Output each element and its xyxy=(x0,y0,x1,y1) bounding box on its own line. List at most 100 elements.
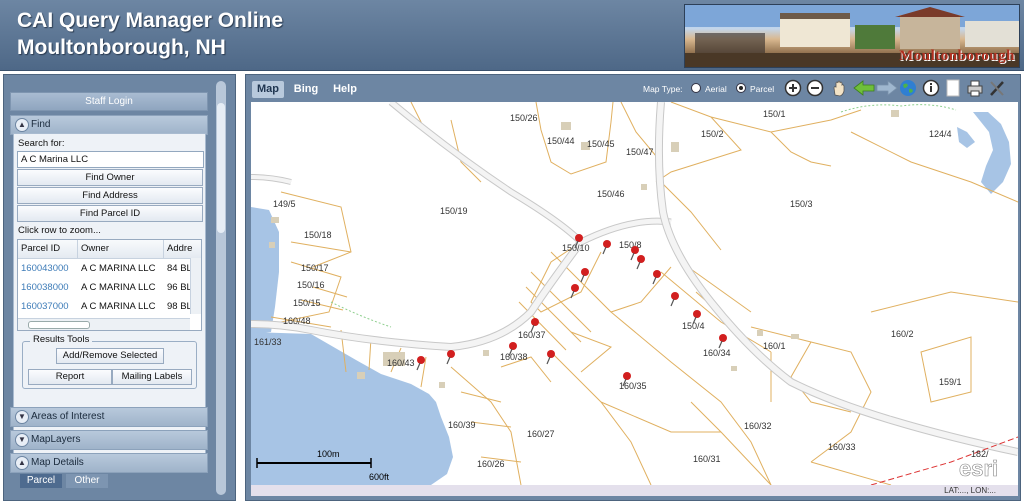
app-title: CAI Query Manager Online xyxy=(17,9,284,32)
parcel-label: 160/34 xyxy=(703,348,731,358)
tab-parcel[interactable]: Parcel xyxy=(20,474,62,488)
pond-water xyxy=(957,127,975,148)
map-pin-icon[interactable] xyxy=(570,284,579,299)
map-canvas[interactable]: 150/26 150/1 150/2 124/4 150/44 150/45 1… xyxy=(251,102,1018,485)
parcel-label: 124/4 xyxy=(929,129,952,139)
expand-icon: ▼ xyxy=(15,433,29,447)
aerial-label: Aerial xyxy=(705,84,727,94)
column-header-owner[interactable]: Owner xyxy=(78,240,164,259)
left-panel-scrollbar[interactable] xyxy=(216,81,226,495)
find-address-button[interactable]: Find Address xyxy=(17,187,203,204)
map-pin-icon[interactable] xyxy=(636,255,645,270)
parcel-label: 150/47 xyxy=(626,147,654,157)
parcel-label: 160/27 xyxy=(527,429,555,439)
map-pin-icon[interactable] xyxy=(446,350,455,365)
parcel-label: 150/10 xyxy=(562,243,590,253)
parcel-label: 150/2 xyxy=(701,129,724,139)
map-status-bar: LAT:..., LON:... xyxy=(251,485,1018,496)
column-header-address[interactable]: Addre xyxy=(164,240,201,259)
click-row-hint: Click row to zoom... xyxy=(18,225,101,236)
add-remove-selected-button[interactable]: Add/Remove Selected xyxy=(56,348,164,364)
table-row-address[interactable]: 98 BL xyxy=(164,297,191,316)
scrollbar-thumb[interactable] xyxy=(28,321,90,329)
town-banner-image: Moultonborough xyxy=(684,4,1020,68)
tab-other[interactable]: Other xyxy=(66,474,108,488)
collapse-icon: ▲ xyxy=(15,118,29,132)
parcel-label: 150/19 xyxy=(440,206,468,216)
areas-of-interest-header[interactable]: ▼ Areas of Interest xyxy=(10,407,208,427)
grid-vertical-scrollbar[interactable] xyxy=(190,258,201,314)
table-row-owner[interactable]: A C MARINA LLC xyxy=(78,278,163,297)
parcel-label: 160/39 xyxy=(448,420,476,430)
table-row-owner[interactable]: A C MARINA LLC xyxy=(78,259,163,278)
lake-water xyxy=(251,207,279,334)
grid-horizontal-scrollbar[interactable] xyxy=(18,318,190,330)
search-input[interactable]: A C Marina LLC xyxy=(17,151,204,168)
parcel-label: 160/38 xyxy=(500,352,528,362)
map-pin-icon[interactable] xyxy=(580,268,589,283)
town-name: Moultonborough, NH xyxy=(17,36,226,59)
parcel-label: 160/32 xyxy=(744,421,772,431)
parcel-label: 160/33 xyxy=(828,442,856,452)
table-row-parcel-id[interactable]: 160038000 xyxy=(18,278,77,297)
table-row-address[interactable]: 84 BL xyxy=(164,259,191,278)
find-owner-button[interactable]: Find Owner xyxy=(17,169,203,186)
scrollbar-thumb[interactable] xyxy=(217,103,225,233)
mailing-labels-button[interactable]: Mailing Labels xyxy=(112,369,192,385)
globe-icon[interactable] xyxy=(899,79,917,97)
blank-page-icon[interactable] xyxy=(944,79,962,97)
search-label: Search for: xyxy=(18,138,65,149)
zoom-in-icon[interactable] xyxy=(784,79,802,97)
map-pin-icon[interactable] xyxy=(602,240,611,255)
table-row-address[interactable]: 96 BL xyxy=(164,278,191,297)
parcel-label: 150/45 xyxy=(587,139,615,149)
parcel-label: 150/1 xyxy=(763,109,786,119)
column-header-parcel-id[interactable]: Parcel ID xyxy=(18,240,78,259)
aerial-radio[interactable] xyxy=(691,83,701,93)
table-row-owner[interactable]: A C MARINA LLC xyxy=(78,297,163,316)
map-pin-icon[interactable] xyxy=(546,350,555,365)
map-details-title: Map Details xyxy=(31,457,84,468)
map-pin-icon[interactable] xyxy=(670,292,679,307)
parcel-label: 150/44 xyxy=(547,136,575,146)
find-parcel-id-button[interactable]: Find Parcel ID xyxy=(17,205,203,222)
find-section-header[interactable]: ▲ Find xyxy=(10,115,208,135)
parcel-label: 149/5 xyxy=(273,199,296,209)
info-icon[interactable] xyxy=(922,79,940,97)
parcel-label: 150/26 xyxy=(510,113,538,123)
parcel-radio[interactable] xyxy=(736,83,746,93)
tab-bing[interactable]: Bing xyxy=(289,81,323,98)
parcel-label: 160/31 xyxy=(693,454,721,464)
parcel-label: 150/3 xyxy=(790,199,813,209)
parcel-map[interactable]: 150/26 150/1 150/2 124/4 150/44 150/45 1… xyxy=(251,102,1018,485)
expand-icon: ▼ xyxy=(15,410,29,424)
parcel-label: 160/26 xyxy=(477,459,505,469)
parcel-label: 160/1 xyxy=(763,341,786,351)
zoom-out-icon[interactable] xyxy=(806,79,824,97)
tab-help[interactable]: Help xyxy=(329,81,361,98)
parcel-label: 150/46 xyxy=(597,189,625,199)
tools-icon[interactable] xyxy=(988,79,1006,97)
map-details-header[interactable]: ▲ Map Details xyxy=(10,453,208,473)
report-button[interactable]: Report xyxy=(28,369,112,385)
parcel-label: 150/17 xyxy=(301,263,329,273)
parcel-label: 161/33 xyxy=(254,337,282,347)
scale-meters: 100m xyxy=(317,449,340,459)
results-grid: Parcel ID Owner Addre 160043000 A C MARI… xyxy=(17,239,202,331)
parcel-label: 150/15 xyxy=(293,298,321,308)
map-pin-icon[interactable] xyxy=(652,270,661,285)
table-row-parcel-id[interactable]: 160037000 xyxy=(18,297,77,316)
back-arrow-icon[interactable] xyxy=(853,79,875,97)
esri-logo: esri xyxy=(959,456,998,481)
tab-map[interactable]: Map xyxy=(252,81,284,98)
staff-login-button[interactable]: Staff Login xyxy=(10,92,208,111)
map-layers-title: MapLayers xyxy=(31,434,81,445)
table-row-parcel-id[interactable]: 160043000 xyxy=(18,259,77,278)
pan-hand-icon[interactable] xyxy=(830,79,848,97)
parcel-label: 160/48 xyxy=(283,316,311,326)
map-pin-icon[interactable] xyxy=(718,334,727,349)
print-icon[interactable] xyxy=(966,79,984,97)
forward-arrow-icon[interactable] xyxy=(876,79,898,97)
contour-line xyxy=(330,301,392,328)
map-layers-header[interactable]: ▼ MapLayers xyxy=(10,430,208,450)
